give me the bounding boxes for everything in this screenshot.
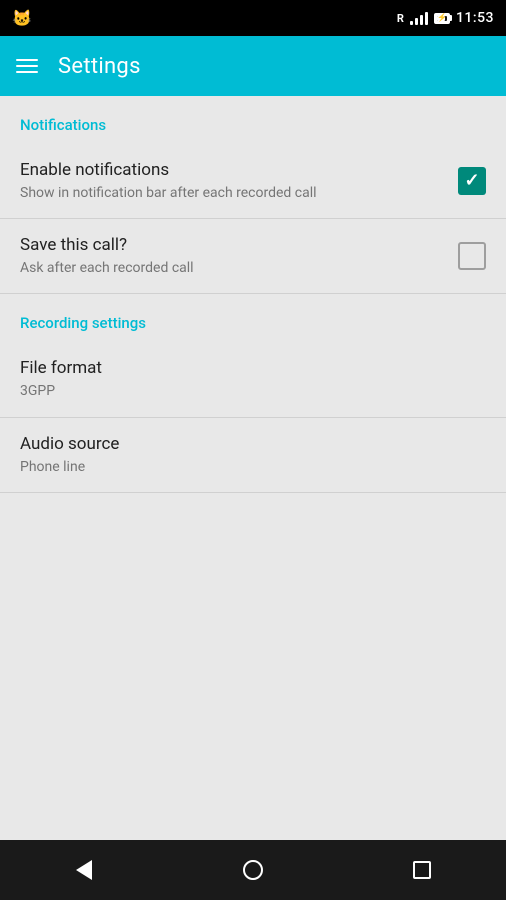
- app-bar: Settings: [0, 36, 506, 96]
- settings-content: Notifications Enable notifications Show …: [0, 96, 506, 493]
- file-format-title: File format: [20, 358, 470, 378]
- recording-settings-section-header: Recording settings: [0, 294, 506, 342]
- enable-notifications-title: Enable notifications: [20, 160, 442, 180]
- app-bar-title: Settings: [58, 54, 141, 79]
- recents-button[interactable]: [392, 840, 452, 900]
- checkmark-icon: ✓: [464, 172, 479, 190]
- recents-icon: [413, 861, 431, 879]
- enable-notifications-checkbox[interactable]: ✓: [458, 167, 486, 195]
- hamburger-menu-button[interactable]: [16, 59, 38, 73]
- file-format-text: File format 3GPP: [20, 358, 486, 400]
- save-call-subtitle: Ask after each recorded call: [20, 259, 442, 277]
- enable-notifications-subtitle: Show in notification bar after each reco…: [20, 184, 442, 202]
- status-time: 11:53: [456, 10, 494, 26]
- navigation-bar: [0, 840, 506, 900]
- home-icon: [243, 860, 263, 880]
- save-call-title: Save this call?: [20, 235, 442, 255]
- save-call-item[interactable]: Save this call? Ask after each recorded …: [0, 219, 506, 294]
- enable-notifications-item[interactable]: Enable notifications Show in notificatio…: [0, 144, 506, 219]
- save-call-checkbox[interactable]: [458, 242, 486, 270]
- audio-source-text: Audio source Phone line: [20, 434, 486, 476]
- battery-icon: ⚡: [434, 13, 450, 24]
- audio-source-title: Audio source: [20, 434, 470, 454]
- status-bar-right-icons: R ⚡ 11:53: [397, 10, 494, 26]
- save-call-text: Save this call? Ask after each recorded …: [20, 235, 458, 277]
- status-bar: 🐱 R ⚡ 11:53: [0, 0, 506, 36]
- home-button[interactable]: [223, 840, 283, 900]
- cat-icon: 🐱: [12, 9, 32, 28]
- file-format-value: 3GPP: [20, 382, 470, 400]
- status-bar-left-icons: 🐱: [12, 9, 32, 28]
- enable-notifications-text: Enable notifications Show in notificatio…: [20, 160, 458, 202]
- back-button[interactable]: [54, 840, 114, 900]
- r-indicator: R: [397, 12, 404, 25]
- back-icon: [76, 860, 92, 880]
- file-format-item[interactable]: File format 3GPP: [0, 342, 506, 417]
- notifications-section-header: Notifications: [0, 96, 506, 144]
- audio-source-value: Phone line: [20, 458, 470, 476]
- audio-source-item[interactable]: Audio source Phone line: [0, 418, 506, 493]
- signal-icon: [410, 11, 428, 25]
